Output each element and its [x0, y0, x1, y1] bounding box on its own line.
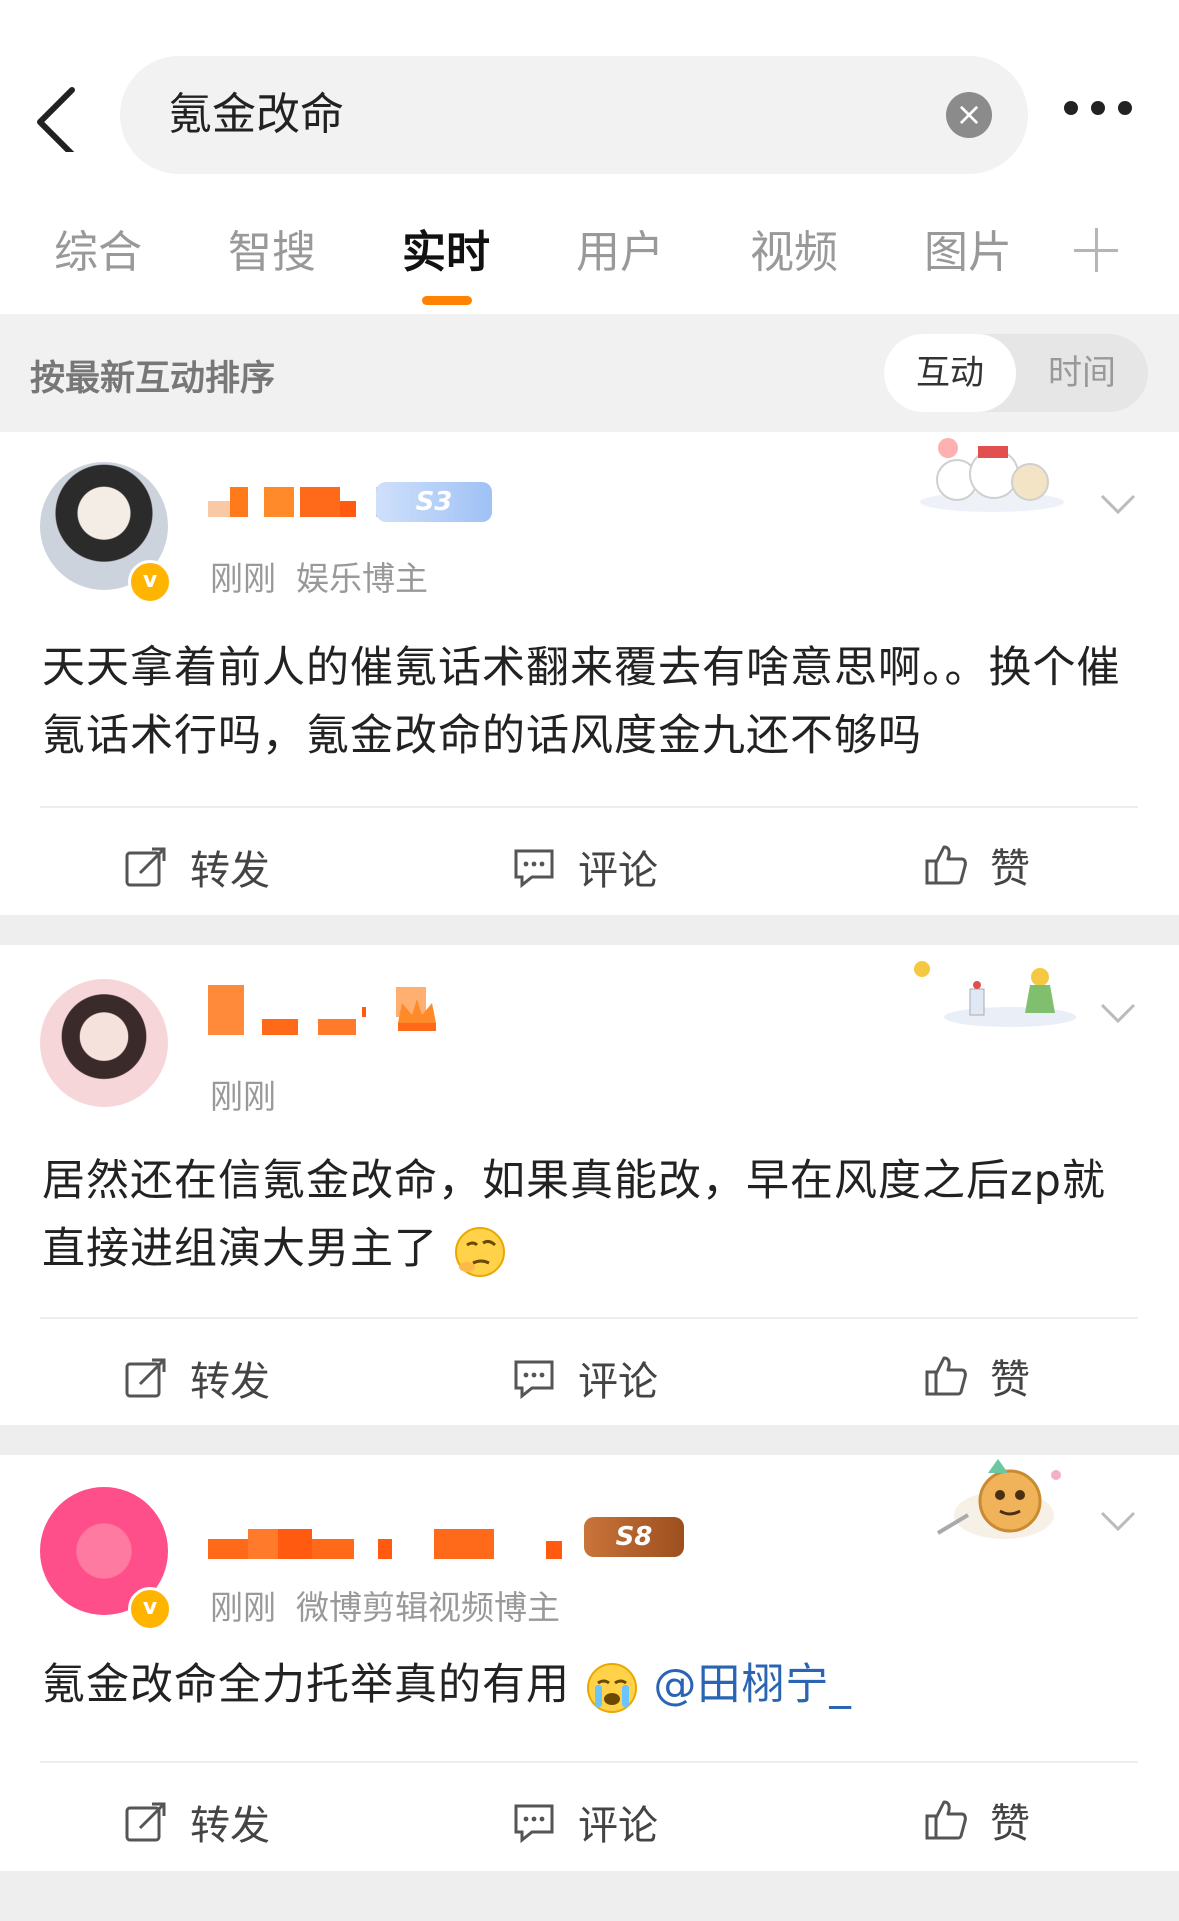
like-label: 赞 — [990, 1801, 1030, 1847]
post-card[interactable]: v S3 刚刚 娱乐博主 天天拿着前人的催氪话术翻来覆去有啥意思啊。。换个催氪话术… — [0, 432, 1179, 915]
add-tab-icon[interactable] — [1074, 228, 1118, 272]
tab-smart-search[interactable]: 智搜 — [228, 216, 316, 280]
repost-icon — [125, 1358, 166, 1398]
thinking-emoji-icon — [453, 1225, 507, 1279]
avatar[interactable] — [40, 979, 168, 1107]
repost-label: 转发 — [190, 1359, 270, 1405]
post-meta: 刚刚 娱乐博主 — [210, 552, 448, 600]
divider — [40, 1317, 1138, 1319]
top-bar: 氪金改命 × 综合 智搜 实时 用户 视频 图片 — [0, 0, 1179, 310]
cookie-decoration-icon — [918, 1455, 1098, 1545]
repost-icon — [125, 847, 166, 887]
post-content: 氪金改命全力托举真的有用 @田栩宁_ — [42, 1651, 1142, 1719]
search-query[interactable]: 氪金改命 — [168, 82, 344, 148]
repost-label: 转发 — [190, 848, 270, 894]
snowman-animals-decoration-icon — [912, 430, 1092, 520]
more-icon[interactable] — [1064, 100, 1154, 134]
sort-option-time[interactable]: 时间 — [1016, 334, 1148, 412]
tab-realtime[interactable]: 实时 — [402, 216, 490, 280]
post-text: 氪金改命全力托举真的有用 — [42, 1660, 570, 1710]
level-badge: S3 — [376, 482, 492, 522]
post-content: 天天拿着前人的催氪话术翻来覆去有啥意思啊。。换个催氪话术行吗，氪金改命的话风度金… — [42, 643, 1121, 761]
author-role: 娱乐博主 — [296, 559, 428, 598]
like-button[interactable]: 赞 — [924, 1347, 1030, 1405]
post-card[interactable]: v S8 刚刚 微博剪辑视频博主 氪金改命全力托举真的有用 @田栩宁_ 转发 评… — [0, 1455, 1179, 1901]
little-prince-decoration-icon — [910, 955, 1090, 1045]
like-label: 赞 — [990, 846, 1030, 892]
back-icon[interactable] — [28, 82, 88, 157]
verified-badge-icon: v — [128, 560, 172, 604]
comment-button[interactable]: 评论 — [512, 838, 658, 896]
clear-icon[interactable]: × — [946, 92, 992, 138]
comment-icon — [514, 849, 554, 889]
post-meta: 刚刚 — [210, 1070, 296, 1118]
comment-icon — [514, 1360, 554, 1400]
comment-label: 评论 — [578, 848, 658, 894]
post-text: 居然还在信氪金改命，如果真能改，早在风度之后zp就直接进组演大男主了 — [42, 1156, 1106, 1274]
sort-option-interaction[interactable]: 互动 — [884, 334, 1016, 412]
post-meta: 刚刚 微博剪辑视频博主 — [210, 1581, 580, 1629]
repost-button[interactable]: 转发 — [124, 1793, 270, 1851]
thumbs-up-icon — [925, 1356, 967, 1396]
crying-emoji-icon — [585, 1661, 639, 1715]
level-badge: S8 — [584, 1517, 684, 1557]
like-button[interactable]: 赞 — [924, 1791, 1030, 1849]
post-separator — [0, 1425, 1179, 1455]
like-label: 赞 — [990, 1357, 1030, 1403]
sort-label: 按最新互动排序 — [30, 359, 276, 399]
post-card[interactable]: 刚刚 居然还在信氪金改命，如果真能改，早在风度之后zp就直接进组演大男主了 转发… — [0, 945, 1179, 1425]
repost-icon — [125, 1802, 166, 1842]
active-tab-indicator — [422, 296, 472, 305]
tab-bar: 综合 智搜 实时 用户 视频 图片 — [0, 216, 1179, 306]
crown-badge-icon — [394, 993, 440, 1039]
divider — [40, 806, 1138, 808]
tab-videos[interactable]: 视频 — [750, 216, 838, 280]
tab-images[interactable]: 图片 — [924, 216, 1012, 280]
tab-general[interactable]: 综合 — [54, 216, 142, 280]
post-separator — [0, 1871, 1179, 1921]
thumbs-up-icon — [925, 1800, 967, 1840]
comment-label: 评论 — [578, 1359, 658, 1405]
comment-button[interactable]: 评论 — [512, 1349, 658, 1407]
repost-button[interactable]: 转发 — [124, 1349, 270, 1407]
chevron-down-icon[interactable] — [1100, 1001, 1136, 1025]
post-time: 刚刚 — [210, 559, 276, 598]
post-time: 刚刚 — [210, 1588, 276, 1627]
thumbs-up-icon — [925, 845, 967, 885]
user-mention-link[interactable]: @田栩宁_ — [653, 1660, 852, 1710]
author-role: 微博剪辑视频博主 — [296, 1588, 560, 1627]
search-input[interactable]: 氪金改命 × — [120, 56, 1028, 174]
chevron-down-icon[interactable] — [1100, 492, 1136, 516]
post-time: 刚刚 — [210, 1077, 276, 1116]
comment-icon — [514, 1804, 554, 1844]
divider — [40, 1761, 1138, 1763]
sort-bar: 按最新互动排序 互动 时间 — [0, 314, 1179, 432]
repost-label: 转发 — [190, 1803, 270, 1849]
verified-badge-icon: v — [128, 1587, 172, 1631]
repost-button[interactable]: 转发 — [124, 838, 270, 896]
like-button[interactable]: 赞 — [924, 836, 1030, 894]
comment-button[interactable]: 评论 — [512, 1793, 658, 1851]
sort-toggle: 互动 时间 — [884, 334, 1148, 412]
tab-users[interactable]: 用户 — [576, 216, 664, 280]
post-content: 居然还在信氪金改命，如果真能改，早在风度之后zp就直接进组演大男主了 — [42, 1147, 1142, 1283]
chevron-down-icon[interactable] — [1100, 1509, 1136, 1533]
comment-label: 评论 — [578, 1803, 658, 1849]
post-separator — [0, 915, 1179, 945]
